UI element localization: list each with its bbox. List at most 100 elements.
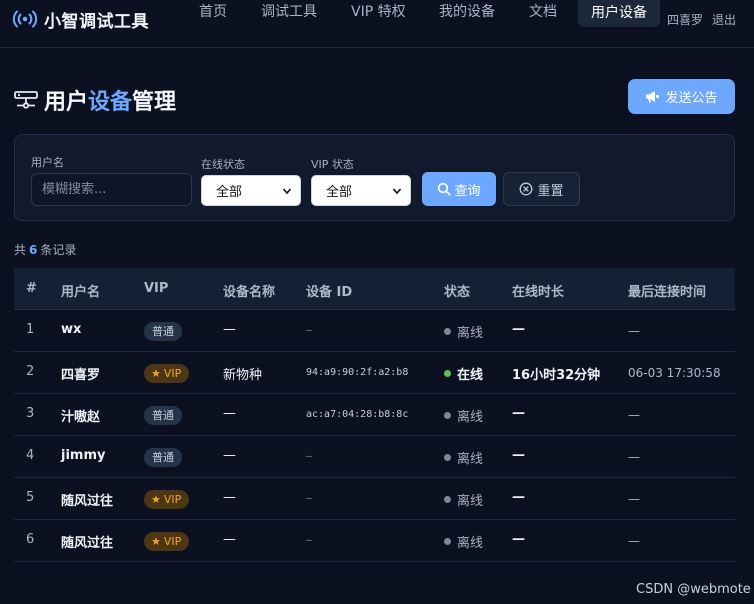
vip-badge: 普通 bbox=[144, 448, 182, 467]
nav-item-docs[interactable]: 文档 bbox=[529, 2, 557, 26]
wifi-signal-icon bbox=[12, 10, 38, 28]
brand-logo[interactable]: 小智调试工具 bbox=[12, 8, 149, 32]
vip-badge: 普通 bbox=[144, 406, 182, 425]
status-label: 在线 bbox=[457, 368, 484, 383]
row-device-id: — bbox=[306, 325, 313, 336]
nav-item-user-devices[interactable]: 用户设备 bbox=[578, 0, 660, 27]
row-index: 6 bbox=[26, 532, 35, 547]
online-status-label: 在线状态 bbox=[201, 158, 245, 171]
row-last-connect: — bbox=[628, 408, 640, 422]
username-search-input[interactable] bbox=[31, 173, 192, 206]
title-suffix: 管理 bbox=[132, 90, 177, 115]
query-button[interactable]: 查询 bbox=[422, 172, 496, 206]
send-announcement-label: 发送公告 bbox=[665, 91, 718, 106]
status-badge: 离线 bbox=[444, 406, 483, 425]
nav-item-home[interactable]: 首页 bbox=[199, 2, 227, 26]
reset-label: 重置 bbox=[537, 183, 564, 199]
row-device-name: — bbox=[223, 490, 236, 505]
row-device-name: 新物种 bbox=[223, 368, 263, 383]
table-row[interactable]: 5 随风过往 ★ VIP — — 离线 — — bbox=[14, 478, 735, 520]
row-username: 四喜罗 bbox=[61, 368, 101, 383]
row-online-duration: — bbox=[512, 490, 525, 505]
row-last-connect: — bbox=[628, 534, 640, 548]
column-header-index: # bbox=[26, 281, 37, 296]
status-label: 离线 bbox=[457, 326, 484, 341]
row-device-id: ac:a7:04:28:b8:8c bbox=[306, 409, 409, 420]
vip-badge-label: VIP bbox=[163, 535, 182, 548]
row-online-duration: — bbox=[512, 532, 525, 547]
column-header-vip: VIP bbox=[144, 281, 169, 296]
column-header-status: 状态 bbox=[444, 285, 471, 300]
vip-badge-label: VIP bbox=[163, 367, 182, 380]
row-username: jimmy bbox=[61, 448, 106, 463]
row-device-name: — bbox=[223, 532, 236, 547]
brand-name: 小智调试工具 bbox=[44, 11, 149, 32]
status-label: 离线 bbox=[457, 494, 484, 509]
send-announcement-button[interactable]: 发送公告 bbox=[628, 79, 735, 114]
row-last-connect: — bbox=[628, 450, 640, 464]
table-body: 1 wx 普通 — — 离线 — —2 四喜罗 ★ VIP 新物种 94:a9:90:2f:a2:b8 在… bbox=[14, 310, 735, 562]
column-header-last-connect: 最后连接时间 bbox=[628, 285, 707, 300]
star-icon: ★ bbox=[151, 367, 161, 380]
star-icon: ★ bbox=[151, 493, 161, 506]
status-label: 离线 bbox=[457, 536, 484, 551]
table-header: # 用户名 VIP 设备名称 设备 ID 状态 在线时长 最后连接时间 bbox=[14, 268, 735, 310]
table-row[interactable]: 6 随风过往 ★ VIP — — 离线 — — bbox=[14, 520, 735, 562]
status-badge: 离线 bbox=[444, 448, 483, 467]
row-index: 4 bbox=[26, 448, 35, 463]
vip-badge-label: 普通 bbox=[152, 451, 174, 464]
vip-status-select[interactable]: 全部 bbox=[311, 175, 411, 206]
status-badge: 离线 bbox=[444, 490, 483, 509]
vip-status-label: VIP 状态 bbox=[311, 158, 354, 171]
column-header-device-name: 设备名称 bbox=[223, 285, 276, 300]
status-dot-icon bbox=[444, 496, 451, 503]
reset-button[interactable]: 重置 bbox=[503, 172, 580, 206]
record-count-number: 6 bbox=[29, 243, 38, 257]
table-row[interactable]: 2 四喜罗 ★ VIP 新物种 94:a9:90:2f:a2:b8 在线 16小时32分钟 06… bbox=[14, 352, 735, 394]
query-label: 查询 bbox=[454, 183, 481, 199]
record-count: 共 6 条记录 bbox=[14, 243, 77, 257]
status-badge: 在线 bbox=[444, 364, 483, 383]
title-accent: 设备 bbox=[88, 90, 133, 115]
row-device-id: — bbox=[306, 451, 313, 462]
row-online-duration: — bbox=[512, 322, 525, 337]
table-row[interactable]: 4 jimmy 普通 — — 离线 — — bbox=[14, 436, 735, 478]
status-dot-icon bbox=[444, 412, 451, 419]
nav-item-my-devices[interactable]: 我的设备 bbox=[439, 2, 495, 26]
row-device-id: — bbox=[306, 493, 313, 504]
top-navbar: 小智调试工具 首页 调试工具 VIP 特权 我的设备 文档 用户设备 四喜罗 退… bbox=[0, 0, 754, 48]
column-header-device-id: 设备 ID bbox=[306, 285, 353, 300]
row-last-connect: — bbox=[628, 492, 640, 506]
page-title: 用户设备管理 bbox=[14, 84, 176, 116]
row-online-duration: — bbox=[512, 448, 525, 463]
status-label: 离线 bbox=[457, 452, 484, 467]
online-status-select[interactable]: 全部 bbox=[201, 175, 301, 206]
megaphone-icon bbox=[646, 91, 660, 103]
table-row[interactable]: 3 汁嗷赵 普通 — ac:a7:04:28:b8:8c 离线 — — bbox=[14, 394, 735, 436]
nav-item-debug-tools[interactable]: 调试工具 bbox=[261, 2, 317, 26]
vip-badge-label: 普通 bbox=[152, 325, 174, 338]
search-icon bbox=[438, 182, 452, 196]
server-icon bbox=[14, 91, 38, 109]
nav-item-vip[interactable]: VIP 特权 bbox=[351, 2, 406, 26]
chevron-down-icon bbox=[282, 188, 292, 195]
row-device-name: — bbox=[223, 406, 236, 421]
status-badge: 离线 bbox=[444, 532, 483, 551]
row-last-connect: — bbox=[628, 324, 640, 338]
status-dot-icon bbox=[444, 370, 451, 377]
row-index: 5 bbox=[26, 490, 35, 505]
user-devices-table: # 用户名 VIP 设备名称 设备 ID 状态 在线时长 最后连接时间 1 wx 普… bbox=[14, 268, 735, 562]
status-dot-icon bbox=[444, 538, 451, 545]
chevron-down-icon bbox=[392, 188, 402, 195]
table-row[interactable]: 1 wx 普通 — — 离线 — — bbox=[14, 310, 735, 352]
watermark: CSDN @webmote bbox=[636, 582, 751, 597]
vip-badge: ★ VIP bbox=[144, 364, 190, 383]
vip-badge: ★ VIP bbox=[144, 490, 190, 509]
row-device-id: — bbox=[306, 535, 313, 546]
logout-link[interactable]: 退出 bbox=[712, 11, 736, 28]
current-user[interactable]: 四喜罗 bbox=[667, 11, 703, 28]
filter-panel: 用户名 在线状态 全部 VIP 状态 全部 查询 重置 bbox=[14, 134, 735, 221]
row-username: 随风过往 bbox=[61, 494, 114, 509]
row-device-name: — bbox=[223, 448, 236, 463]
column-header-online-duration: 在线时长 bbox=[512, 285, 565, 300]
